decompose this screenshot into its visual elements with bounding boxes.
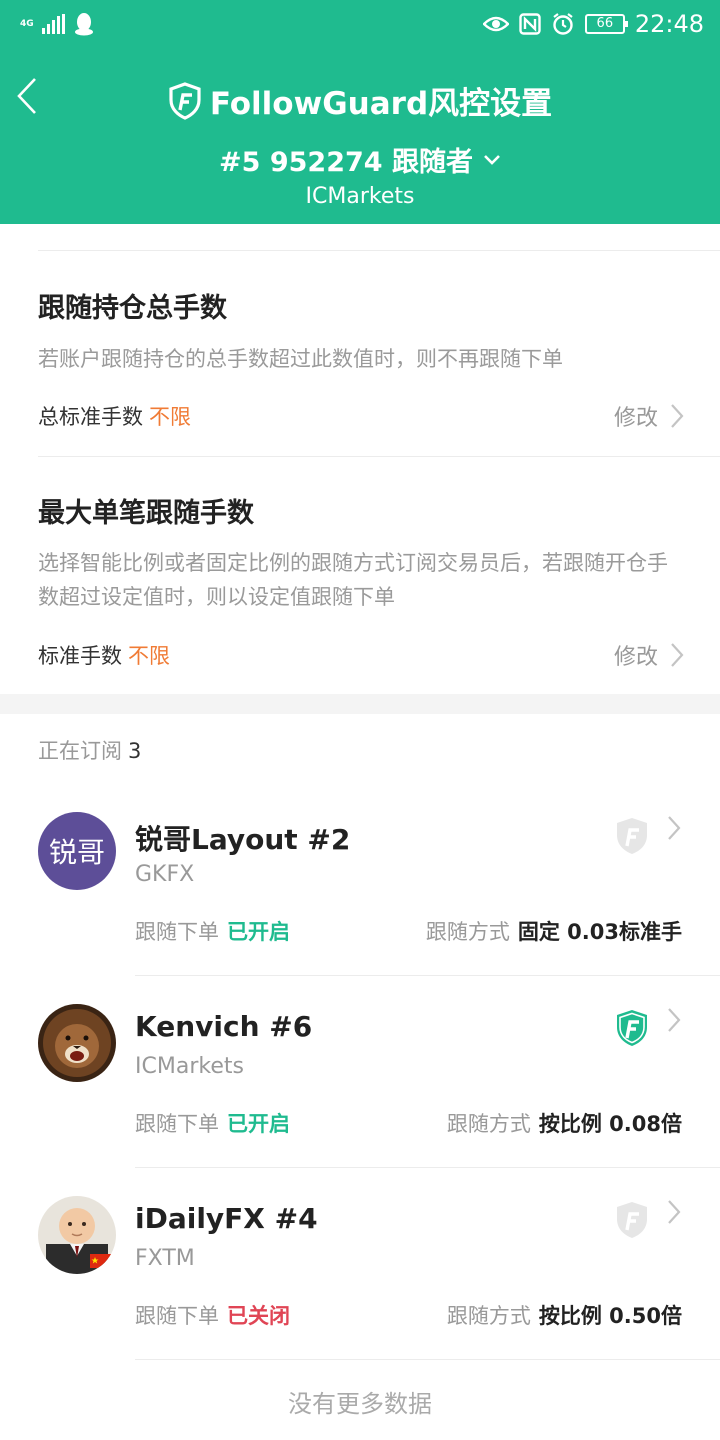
setting-label: 总标准手数	[38, 405, 143, 429]
trader-name: Kenvich #6	[135, 1010, 313, 1043]
avatar: 锐哥	[38, 812, 116, 890]
setting-title-total-lots: 跟随持仓总手数	[38, 293, 227, 324]
signal-icon	[42, 14, 65, 34]
follow-status-value: 已开启	[227, 920, 290, 944]
follow-mode: 跟随方式 固定 0.03标准手	[426, 916, 682, 946]
trader-name: 锐哥Layout #2	[135, 823, 351, 856]
setting-value: 不限	[128, 644, 170, 668]
setting-desc-max-single-lots: 选择智能比例或者固定比例的跟随方式订阅交易员后，若跟随开仓手数超过设定值时，则以…	[38, 551, 668, 609]
app-header: 4G 66 22:48 FollowGuard风控设置 #5 952274 跟随…	[0, 0, 720, 224]
lion-avatar-image	[38, 1004, 116, 1082]
trader-broker: FXTM	[135, 1246, 195, 1271]
baby-avatar-image	[38, 1196, 116, 1274]
setting-row-total-lots: 总标准手数 不限 修改	[38, 401, 684, 431]
subscription-row[interactable]: Kenvich #6 ICMarkets 跟随下单 已开启 跟随方式 按比例 0.0…	[0, 976, 720, 1168]
follow-mode-label: 跟随方式	[446, 1112, 531, 1136]
follow-mode-value: 按比例 0.50倍	[538, 1304, 682, 1328]
title-row: FollowGuard风控设置	[0, 78, 720, 123]
follow-mode: 跟随方式 按比例 0.08倍	[447, 1108, 682, 1138]
setting-value: 不限	[149, 405, 191, 429]
chevron-right-icon	[668, 816, 681, 840]
follow-mode-value: 按比例 0.08倍	[538, 1112, 682, 1136]
battery-icon: 66	[584, 14, 628, 34]
subscriptions-label: 正在订阅	[38, 739, 122, 763]
divider	[135, 1359, 720, 1360]
edit-label: 修改	[613, 406, 658, 431]
avatar	[38, 1004, 116, 1082]
follow-status: 跟随下单 已开启	[135, 1108, 290, 1138]
chevron-right-icon	[668, 1200, 681, 1224]
follow-status-label: 跟随下单	[135, 920, 219, 944]
account-selector[interactable]: #5 952274 跟随者	[0, 140, 720, 179]
follow-status: 跟随下单 已关闭	[135, 1300, 290, 1330]
avatar	[38, 1196, 116, 1274]
setting-row-max-single-lots: 标准手数 不限 修改	[38, 640, 684, 670]
edit-max-single-lots-button[interactable]: 修改	[614, 639, 684, 671]
eye-icon	[482, 16, 509, 32]
subscriptions-header: 正在订阅 3	[38, 735, 141, 765]
account-label: #5 952274 跟随者	[219, 147, 473, 178]
trader-broker: GKFX	[135, 862, 195, 887]
setting-title-max-single-lots: 最大单笔跟随手数	[38, 498, 254, 529]
follow-status-label: 跟随下单	[135, 1112, 219, 1136]
alarm-icon	[553, 13, 573, 35]
chevron-down-icon	[484, 154, 500, 165]
no-more-data: 没有更多数据	[288, 1390, 432, 1418]
guard-shield-off-icon	[617, 818, 647, 854]
section-separator	[0, 694, 720, 714]
account-broker: ICMarkets	[305, 184, 415, 209]
network-type: 4G	[20, 18, 34, 29]
guard-shield-off-icon	[617, 1202, 647, 1238]
follow-mode-value: 固定 0.03标准手	[517, 920, 682, 944]
follow-status-label: 跟随下单	[135, 1304, 219, 1328]
status-bar: 4G 66 22:48	[0, 0, 720, 50]
page-title: FollowGuard风控设置	[209, 86, 553, 122]
follow-mode-label: 跟随方式	[446, 1304, 531, 1328]
divider	[38, 456, 720, 457]
clock: 22:48	[634, 10, 704, 38]
follow-status-value: 已开启	[227, 1112, 290, 1136]
follow-mode-label: 跟随方式	[425, 920, 510, 944]
nfc-icon	[519, 13, 541, 35]
chevron-right-icon	[671, 643, 684, 667]
trader-broker: ICMarkets	[135, 1054, 244, 1079]
setting-label: 标准手数	[38, 644, 122, 668]
subscriptions-count: 3	[128, 739, 142, 763]
subscription-row[interactable]: iDailyFX #4 FXTM 跟随下单 已关闭 跟随方式 按比例 0.50倍	[0, 1168, 720, 1360]
setting-value-max-single-lots: 标准手数 不限	[38, 640, 170, 670]
edit-label: 修改	[613, 645, 658, 670]
trader-name: iDailyFX #4	[135, 1202, 318, 1235]
chevron-right-icon	[668, 1008, 681, 1032]
followguard-shield-icon	[169, 81, 201, 120]
setting-value-total-lots: 总标准手数 不限	[38, 401, 191, 431]
follow-status-value: 已关闭	[227, 1304, 290, 1328]
divider	[38, 250, 720, 251]
follow-mode: 跟随方式 按比例 0.50倍	[447, 1300, 682, 1330]
qq-icon	[75, 13, 93, 36]
follow-status: 跟随下单 已开启	[135, 916, 290, 946]
setting-desc-total-lots: 若账户跟随持仓的总手数超过此数值时，则不再跟随下单	[38, 347, 563, 371]
chevron-right-icon	[671, 404, 684, 428]
guard-shield-on-icon	[617, 1010, 647, 1046]
edit-total-lots-button[interactable]: 修改	[614, 400, 684, 432]
subscription-row[interactable]: 锐哥 锐哥Layout #2 GKFX 跟随下单 已开启 跟随方式 固定 0.03标…	[0, 784, 720, 976]
